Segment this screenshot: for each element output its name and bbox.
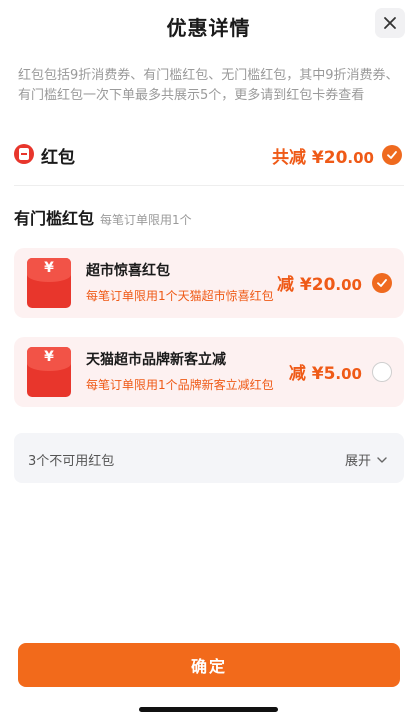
- coupon-amount: 减 ¥20.00: [277, 270, 362, 295]
- page-title: 优惠详情: [166, 16, 251, 40]
- checkmark-icon: [377, 279, 387, 287]
- unusable-label: 3个不可用红包: [28, 454, 115, 469]
- coupon-title: 超市惊喜红包: [86, 263, 170, 279]
- coupon-amount-decimal: .00: [335, 365, 362, 383]
- expand-button[interactable]: 展开: [345, 450, 388, 469]
- confirm-button[interactable]: 确定: [18, 643, 400, 687]
- unusable-coupons-row[interactable]: 3个不可用红包 展开: [14, 433, 404, 483]
- coupon-card[interactable]: ¥ 天猫超市品牌新客立减 每笔订单限用1个品牌新客立减红包 减 ¥5.00: [14, 337, 404, 407]
- yen-red-envelope-icon: ¥: [27, 347, 71, 397]
- coupon-subtitle: 每笔订单限用1个品牌新客立减红包: [86, 378, 274, 392]
- coupon-checkbox[interactable]: [372, 273, 392, 293]
- close-icon: [384, 17, 396, 29]
- summary-checkbox[interactable]: [382, 145, 402, 165]
- divider: [14, 185, 404, 186]
- description-text: 红包包括9折消费券、有门槛红包、无门槛红包，其中9折消费券、有门槛红包一次下单最…: [18, 68, 399, 103]
- expand-label: 展开: [344, 454, 371, 469]
- coupon-radio[interactable]: [372, 362, 392, 382]
- summary-amount-main: 共减 ¥20: [272, 148, 348, 168]
- chevron-down-icon: [377, 456, 387, 463]
- coupon-subtitle: 每笔订单限用1个天猫超市惊喜红包: [86, 289, 274, 303]
- coupon-amount: 减 ¥5.00: [289, 359, 362, 384]
- checkmark-icon: [387, 151, 397, 159]
- home-indicator: [139, 707, 278, 712]
- coupon-amount-decimal: .00: [335, 276, 362, 294]
- coupon-card[interactable]: ¥ 超市惊喜红包 每笔订单限用1个天猫超市惊喜红包 减 ¥20.00: [14, 248, 404, 318]
- red-packet-summary: 红包 共减 ¥20.00: [14, 140, 404, 170]
- section-header: 有门槛红包 每笔订单限用1个: [14, 205, 404, 229]
- section-subtitle: 每笔订单限用1个: [100, 213, 192, 227]
- coupon-amount-main: 减 ¥20: [277, 275, 336, 295]
- summary-label: 红包: [41, 148, 75, 168]
- summary-amount-decimal: .00: [347, 149, 374, 167]
- yen-red-envelope-icon: ¥: [27, 258, 71, 308]
- close-button[interactable]: [375, 8, 405, 38]
- coupon-title: 天猫超市品牌新客立减: [86, 352, 226, 368]
- header: 优惠详情: [0, 0, 417, 50]
- summary-amount: 共减 ¥20.00: [272, 143, 374, 168]
- section-title: 有门槛红包: [14, 209, 95, 228]
- coupon-amount-main: 减 ¥5: [288, 364, 336, 384]
- red-packet-icon: [14, 144, 34, 164]
